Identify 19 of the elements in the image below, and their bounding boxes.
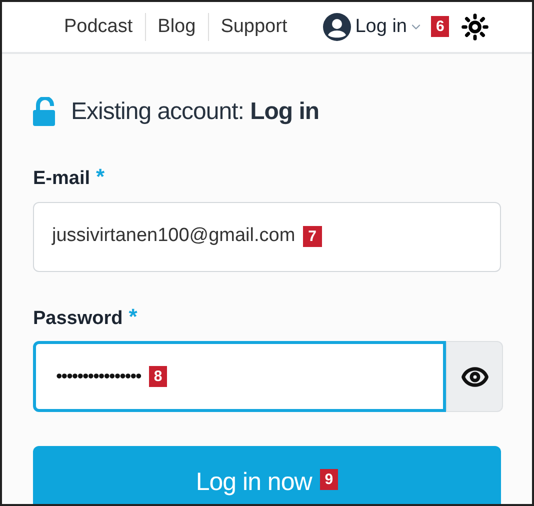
section-heading: Existing account: Log in [71, 97, 320, 127]
required-mark: * [128, 302, 138, 330]
sun-icon[interactable] [461, 13, 490, 41]
account-menu-button[interactable]: Log in [355, 12, 424, 42]
field-label: E-mail [33, 167, 90, 191]
nav-link[interactable]: Support [208, 12, 300, 42]
show-password-button[interactable] [446, 341, 503, 412]
nav-link[interactable]: Blog [144, 12, 208, 42]
number-badge: 7 [303, 226, 322, 247]
number-badge: 6 [431, 16, 450, 37]
user-icon [323, 13, 352, 41]
login-button[interactable]: Log in now 9 [33, 446, 501, 504]
number-badge: 8 [148, 366, 168, 387]
field-label: Password [33, 306, 123, 330]
email-field[interactable]: jussivirtanen100@gmail.com 7 [33, 202, 501, 272]
number-badge: 9 [320, 469, 338, 490]
required-mark: * [96, 163, 105, 191]
nav-link[interactable]: Podcast [52, 12, 145, 42]
password-field[interactable]: •••••••••••••••• 8 [33, 341, 446, 412]
